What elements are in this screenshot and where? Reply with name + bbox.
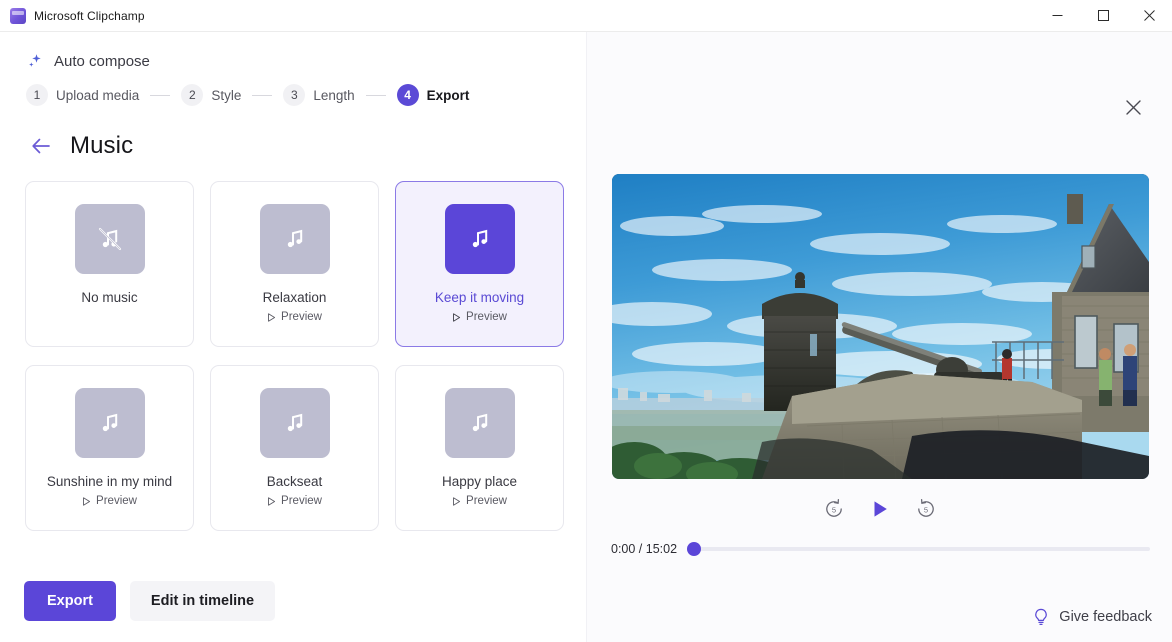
progress-track[interactable]: [687, 542, 1150, 556]
close-icon: [1125, 99, 1141, 115]
music-card-title: Keep it moving: [434, 290, 525, 305]
clipchamp-icon: [10, 7, 26, 24]
play-triangle-icon: [83, 497, 91, 506]
music-card-sunshine-in-my-mind[interactable]: Sunshine in my mind Preview: [25, 365, 194, 531]
progress-track-bar: [687, 547, 1150, 551]
music-thumbnail: [444, 204, 515, 274]
music-preview-button[interactable]: Preview: [267, 311, 322, 323]
music-preview-button[interactable]: Preview: [82, 495, 137, 507]
music-note-muted-icon: [98, 227, 121, 251]
music-note-icon: [102, 413, 117, 432]
step-label: Export: [426, 87, 470, 103]
skip-back-5-button[interactable]: 5: [820, 495, 848, 523]
play-triangle-icon: [453, 313, 461, 322]
music-preview-button[interactable]: Preview: [267, 495, 322, 507]
step-style[interactable]: 2 Style: [181, 84, 241, 106]
step-label: Style: [211, 87, 242, 103]
progress-knob[interactable]: [687, 542, 702, 556]
window-controls: [1034, 0, 1172, 32]
play-triangle-icon: [268, 313, 276, 322]
time-display: 0:00 / 15:02: [611, 542, 678, 556]
maximize-button[interactable]: [1080, 0, 1126, 32]
give-feedback-button[interactable]: Give feedback: [1032, 608, 1152, 626]
play-triangle-icon: [268, 497, 276, 506]
export-button[interactable]: Export: [24, 581, 116, 621]
music-card-title: No music: [81, 290, 138, 305]
music-thumbnail: [74, 204, 145, 274]
arrow-left-icon[interactable]: [30, 135, 52, 157]
sparkle-icon: [29, 54, 41, 67]
auto-compose-pane: Auto compose 1 Upload media 2 Style 3 Le…: [0, 32, 586, 642]
music-card-title: Relaxation: [262, 290, 327, 305]
music-thumbnail: [259, 388, 330, 458]
skip-forward-5-icon: 5: [917, 498, 934, 517]
page-title: Music: [70, 132, 134, 159]
auto-compose-header: Auto compose: [0, 32, 586, 70]
step-separator: [150, 94, 171, 96]
video-preview[interactable]: [612, 174, 1149, 479]
skip-back-5-icon: 5: [825, 498, 842, 517]
lightbulb-icon: [1035, 608, 1048, 626]
action-bar: Export Edit in timeline: [24, 581, 276, 621]
music-preview-button[interactable]: Preview: [452, 495, 507, 507]
step-label: Upload media: [56, 87, 140, 103]
window-title: Microsoft Clipchamp: [34, 8, 145, 23]
step-number: 3: [283, 84, 306, 106]
video-still-edinburgh-castle: [612, 174, 1149, 479]
step-label: Length: [313, 87, 355, 103]
step-separator: [252, 94, 273, 96]
music-preview-button[interactable]: Preview: [452, 311, 507, 323]
svg-text:5: 5: [831, 505, 835, 514]
give-feedback-label: Give feedback: [1059, 609, 1152, 625]
music-preview-label: Preview: [96, 495, 137, 508]
close-window-button[interactable]: [1126, 0, 1172, 32]
music-thumbnail: [444, 388, 515, 458]
music-card-backseat[interactable]: Backseat Preview: [210, 365, 379, 531]
music-note-icon: [287, 413, 302, 432]
step-separator: [365, 94, 386, 96]
music-note-icon: [287, 229, 302, 248]
music-card-title: Happy place: [441, 474, 518, 489]
step-number: 4: [396, 84, 419, 106]
edit-in-timeline-button[interactable]: Edit in timeline: [129, 581, 276, 621]
step-export[interactable]: 4 Export: [396, 84, 470, 106]
music-card-grid: No music Relaxation Preview Keep it movi…: [0, 160, 586, 531]
step-number: 1: [26, 84, 48, 106]
music-note-icon: [472, 229, 487, 248]
app-body: Auto compose 1 Upload media 2 Style 3 Le…: [0, 32, 1172, 642]
music-preview-label: Preview: [466, 495, 507, 508]
step-length[interactable]: 3 Length: [283, 84, 355, 106]
music-preview-label: Preview: [281, 311, 322, 324]
wizard-stepper: 1 Upload media 2 Style 3 Length 4 Export: [0, 70, 586, 106]
play-triangle-icon: [453, 497, 461, 506]
music-card-happy-place[interactable]: Happy place Preview: [395, 365, 564, 531]
music-card-no-music[interactable]: No music: [25, 181, 194, 347]
music-thumbnail: [74, 388, 145, 458]
auto-compose-label: Auto compose: [54, 52, 150, 70]
titlebar-left-group: Microsoft Clipchamp: [0, 7, 145, 24]
step-upload-media[interactable]: 1 Upload media: [26, 84, 139, 106]
step-number: 2: [181, 84, 204, 106]
skip-forward-5-button[interactable]: 5: [912, 495, 940, 523]
svg-text:5: 5: [923, 505, 927, 514]
music-card-title: Sunshine in my mind: [46, 474, 173, 489]
music-thumbnail: [259, 204, 330, 274]
music-preview-label: Preview: [281, 495, 322, 508]
minimize-button[interactable]: [1034, 0, 1080, 32]
preview-pane: 5 5 0:00 / 15:02 Give feedback: [586, 32, 1172, 642]
music-note-icon: [472, 413, 487, 432]
section-header: Music: [0, 106, 586, 160]
timeline-scrubber: 0:00 / 15:02: [611, 542, 1150, 556]
play-icon: [874, 501, 887, 517]
music-card-keep-it-moving[interactable]: Keep it moving Preview: [395, 181, 564, 347]
playback-controls: 5 5: [587, 495, 1172, 523]
window-titlebar: Microsoft Clipchamp: [0, 0, 1172, 32]
music-card-relaxation[interactable]: Relaxation Preview: [210, 181, 379, 347]
music-card-title: Backseat: [266, 474, 323, 489]
music-preview-label: Preview: [466, 311, 507, 324]
play-button[interactable]: [866, 495, 894, 523]
close-preview-button[interactable]: [1116, 90, 1150, 124]
